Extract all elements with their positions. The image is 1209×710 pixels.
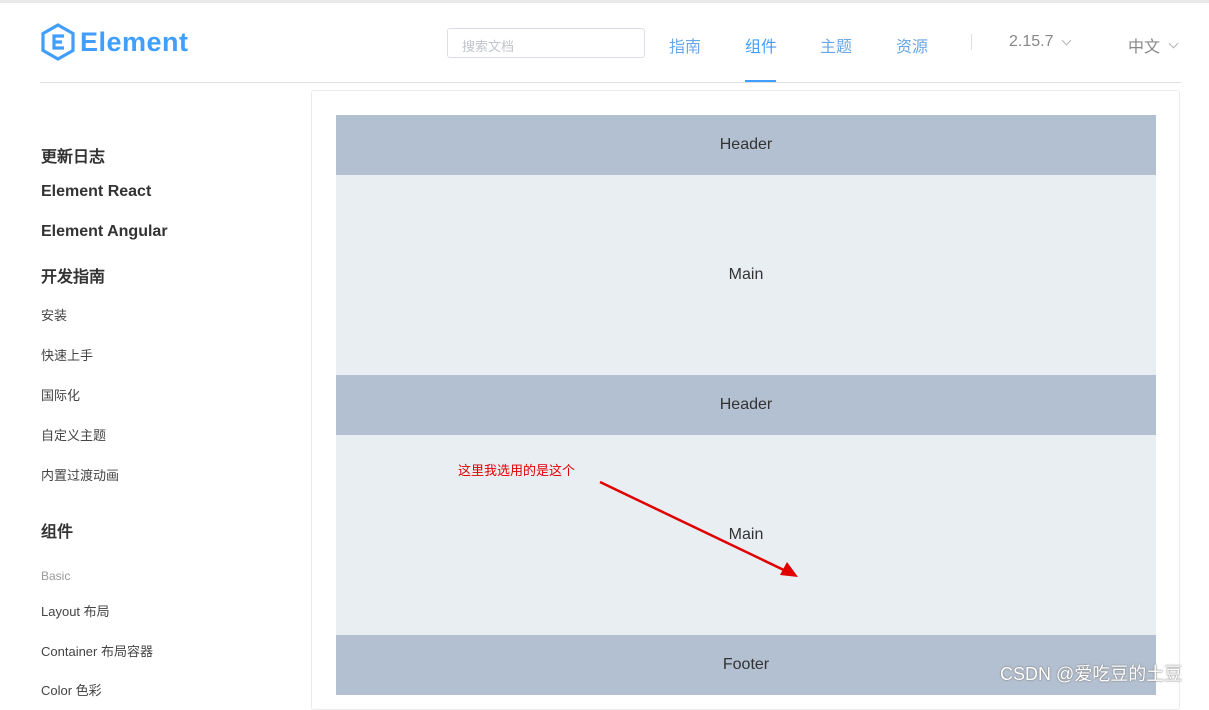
demo-header-1: Header <box>336 115 1156 175</box>
search-input[interactable]: 搜索文档 <box>447 28 645 58</box>
sidebar-item-custom-theme[interactable]: 自定义主题 <box>41 425 106 444</box>
language-dropdown[interactable]: 中文 <box>1128 33 1179 57</box>
chevron-down-icon <box>1168 38 1179 48</box>
sidebar-item-i18n[interactable]: 国际化 <box>41 385 80 404</box>
sidebar-item-layout[interactable]: Layout 布局 <box>41 601 110 620</box>
demo-header-2: Header <box>336 375 1156 435</box>
header-divider <box>40 82 1181 83</box>
logo-text: Element <box>80 26 189 57</box>
sidebar-link-element-react[interactable]: Element React <box>41 183 151 201</box>
annotation-arrow-icon <box>599 480 798 577</box>
sidebar-item-color[interactable]: Color 色彩 <box>41 680 102 699</box>
element-logo-icon <box>41 23 75 61</box>
sidebar-item-container[interactable]: Container 布局容器 <box>41 641 153 660</box>
sidebar-heading-components: 组件 <box>41 524 74 541</box>
sidebar-group-basic: Basic <box>41 569 71 583</box>
sidebar-item-transition[interactable]: 内置过渡动画 <box>41 465 119 484</box>
sidebar-item-install[interactable]: 安装 <box>41 305 67 324</box>
nav-theme[interactable]: 主题 <box>820 33 852 57</box>
sidebar-item-quickstart[interactable]: 快速上手 <box>41 345 93 364</box>
version-label: 2.15.7 <box>1009 33 1054 50</box>
nav-guide[interactable]: 指南 <box>669 33 701 57</box>
top-border <box>0 0 1209 3</box>
nav-divider <box>971 34 972 50</box>
sidebar-heading-guide: 开发指南 <box>41 269 106 286</box>
annotation-text: 这里我选用的是这个 <box>458 463 576 478</box>
chevron-down-icon <box>1062 35 1072 45</box>
watermark: CSDN @爱吃豆的土豆 <box>1000 664 1183 684</box>
sidebar-link-element-angular[interactable]: Element Angular <box>41 223 168 241</box>
language-label: 中文 <box>1128 39 1161 56</box>
version-dropdown[interactable]: 2.15.7 <box>1009 33 1072 51</box>
nav-component[interactable]: 组件 <box>745 33 777 57</box>
sidebar-link-changelog[interactable]: 更新日志 <box>41 143 105 167</box>
nav-resource[interactable]: 资源 <box>896 33 928 57</box>
demo-main-1: Main <box>336 175 1156 375</box>
element-logo[interactable]: Element <box>40 22 189 62</box>
